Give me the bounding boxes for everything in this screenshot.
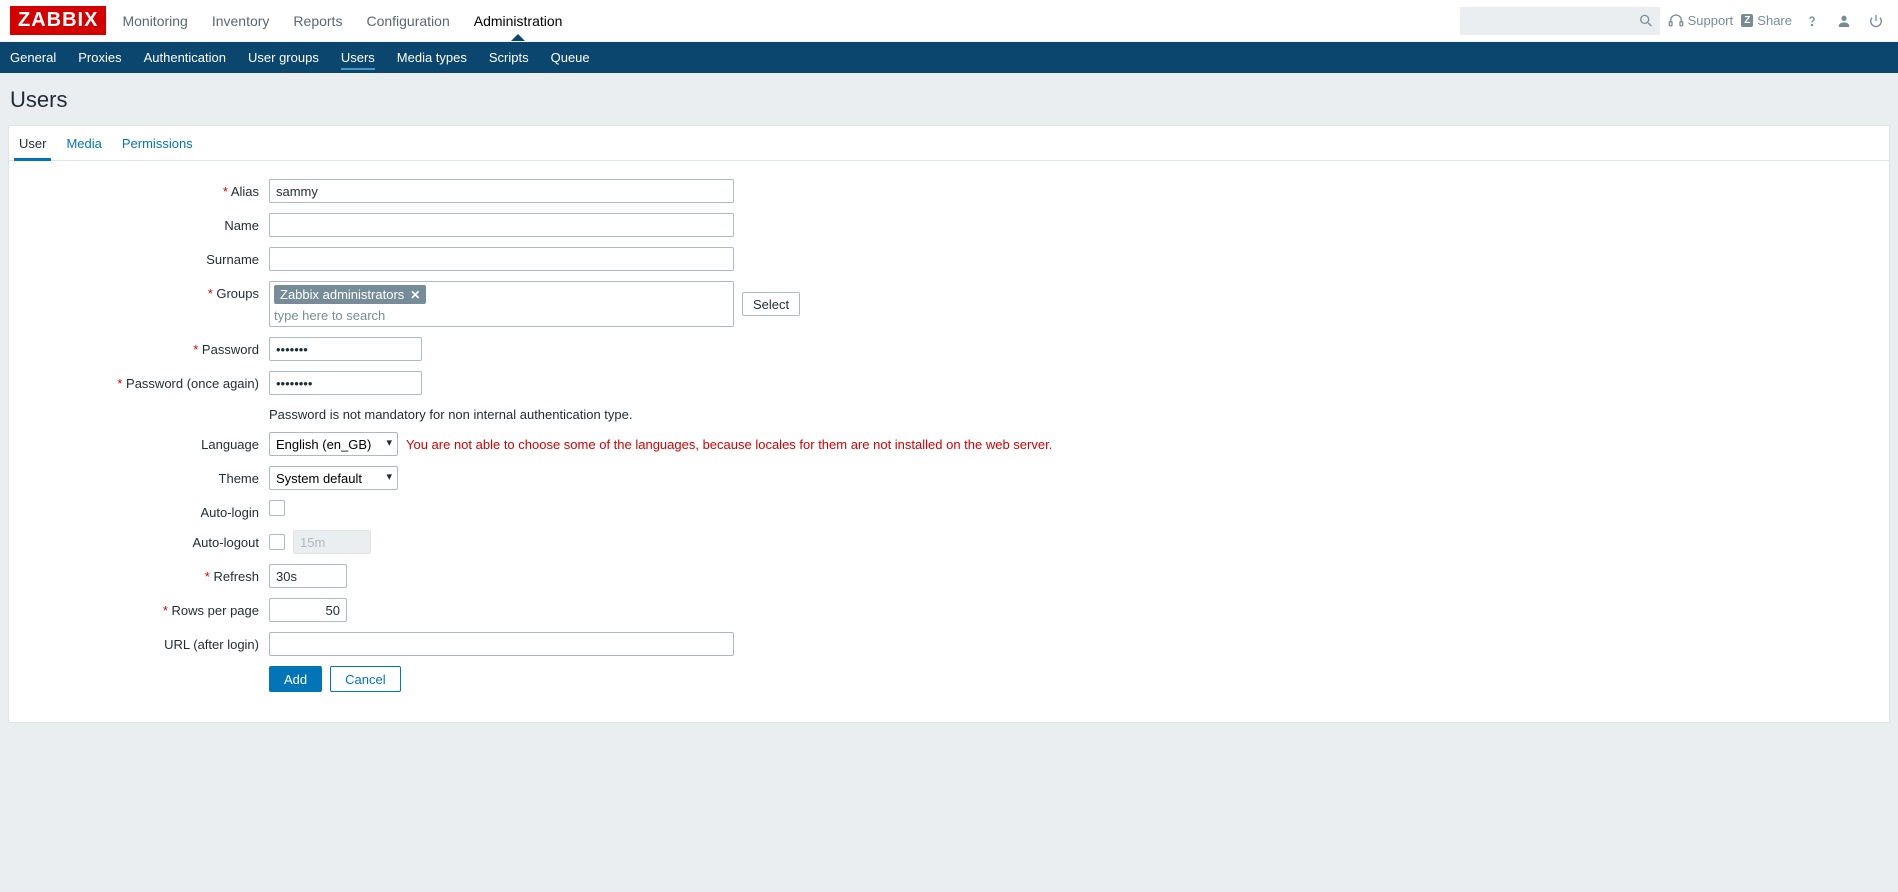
sub-nav-user-groups[interactable]: User groups bbox=[248, 42, 319, 73]
search-input[interactable] bbox=[1460, 7, 1660, 35]
tab-permissions[interactable]: Permissions bbox=[122, 127, 193, 160]
sub-nav-proxies[interactable]: Proxies bbox=[78, 42, 121, 73]
power-icon[interactable] bbox=[1864, 8, 1888, 33]
label-url-after-login: URL (after login) bbox=[19, 632, 269, 652]
refresh-input[interactable] bbox=[269, 564, 347, 588]
password-input[interactable] bbox=[269, 337, 422, 361]
top-nav: Monitoring Inventory Reports Configurati… bbox=[122, 2, 1459, 40]
language-select[interactable]: English (en_GB) bbox=[269, 432, 398, 456]
groups-multiselect[interactable]: Zabbix administrators ✕ bbox=[269, 281, 734, 327]
share-label: Share bbox=[1757, 13, 1792, 28]
label-language: Language bbox=[19, 432, 269, 452]
sub-nav-media-types[interactable]: Media types bbox=[397, 42, 467, 73]
url-after-login-input[interactable] bbox=[269, 632, 734, 656]
label-password: Password bbox=[19, 337, 269, 357]
rows-per-page-input[interactable] bbox=[269, 598, 347, 622]
sub-nav-queue[interactable]: Queue bbox=[551, 42, 590, 73]
label-alias: Alias bbox=[19, 179, 269, 199]
top-nav-administration[interactable]: Administration bbox=[474, 2, 563, 40]
label-rows-per-page: Rows per page bbox=[19, 598, 269, 618]
sub-nav-general[interactable]: General bbox=[10, 42, 56, 73]
logo[interactable]: ZABBIX bbox=[10, 6, 106, 35]
share-link[interactable]: Z Share bbox=[1741, 13, 1792, 28]
language-warning: You are not able to choose some of the l… bbox=[406, 437, 1052, 452]
remove-tag-icon[interactable]: ✕ bbox=[410, 288, 420, 302]
sub-nav: General Proxies Authentication User grou… bbox=[0, 42, 1898, 73]
sub-nav-scripts[interactable]: Scripts bbox=[489, 42, 529, 73]
top-nav-inventory[interactable]: Inventory bbox=[212, 2, 270, 40]
help-icon[interactable] bbox=[1800, 8, 1824, 33]
alias-input[interactable] bbox=[269, 179, 734, 203]
add-button[interactable]: Add bbox=[269, 666, 322, 692]
search-wrap bbox=[1460, 7, 1660, 35]
zshare-badge-icon: Z bbox=[1741, 14, 1753, 27]
select-groups-button[interactable]: Select bbox=[742, 292, 800, 316]
password-again-input[interactable] bbox=[269, 371, 422, 395]
surname-input[interactable] bbox=[269, 247, 734, 271]
sub-nav-authentication[interactable]: Authentication bbox=[144, 42, 226, 73]
group-tag: Zabbix administrators ✕ bbox=[274, 285, 426, 304]
label-auto-logout: Auto-logout bbox=[19, 530, 269, 550]
name-input[interactable] bbox=[269, 213, 734, 237]
label-empty-buttons bbox=[19, 666, 269, 671]
headset-icon bbox=[1668, 12, 1684, 29]
group-tag-label: Zabbix administrators bbox=[280, 287, 404, 302]
top-header: ZABBIX Monitoring Inventory Reports Conf… bbox=[0, 0, 1898, 42]
label-refresh: Refresh bbox=[19, 564, 269, 584]
auto-logout-input bbox=[293, 530, 371, 554]
label-password-again: Password (once again) bbox=[19, 371, 269, 391]
sub-nav-users[interactable]: Users bbox=[341, 42, 375, 73]
page-title: Users bbox=[0, 73, 1898, 125]
top-nav-configuration[interactable]: Configuration bbox=[366, 2, 449, 40]
label-name: Name bbox=[19, 213, 269, 233]
support-label: Support bbox=[1688, 13, 1734, 28]
auto-logout-checkbox[interactable] bbox=[269, 534, 285, 550]
support-link[interactable]: Support bbox=[1668, 12, 1734, 29]
top-right: Support Z Share bbox=[1460, 7, 1888, 35]
label-theme: Theme bbox=[19, 466, 269, 486]
top-nav-reports[interactable]: Reports bbox=[293, 2, 342, 40]
tab-user[interactable]: User bbox=[19, 127, 46, 160]
search-icon[interactable] bbox=[1638, 12, 1654, 29]
tabs: User Media Permissions bbox=[9, 126, 1889, 161]
user-form: Alias Name Surname Groups Zabbix adminis… bbox=[9, 161, 1889, 722]
auto-login-checkbox[interactable] bbox=[269, 500, 285, 516]
groups-search-input[interactable] bbox=[274, 308, 729, 323]
password-note: Password is not mandatory for non intern… bbox=[269, 405, 633, 422]
label-auto-login: Auto-login bbox=[19, 500, 269, 520]
label-empty-passnote bbox=[19, 405, 269, 410]
user-icon[interactable] bbox=[1832, 8, 1856, 33]
label-groups: Groups bbox=[19, 281, 269, 301]
label-surname: Surname bbox=[19, 247, 269, 267]
cancel-button[interactable]: Cancel bbox=[330, 666, 400, 692]
theme-select[interactable]: System default bbox=[269, 466, 398, 490]
top-nav-monitoring[interactable]: Monitoring bbox=[122, 2, 187, 40]
tab-media[interactable]: Media bbox=[66, 127, 101, 160]
content-panel: User Media Permissions Alias Name Surnam… bbox=[8, 125, 1890, 723]
